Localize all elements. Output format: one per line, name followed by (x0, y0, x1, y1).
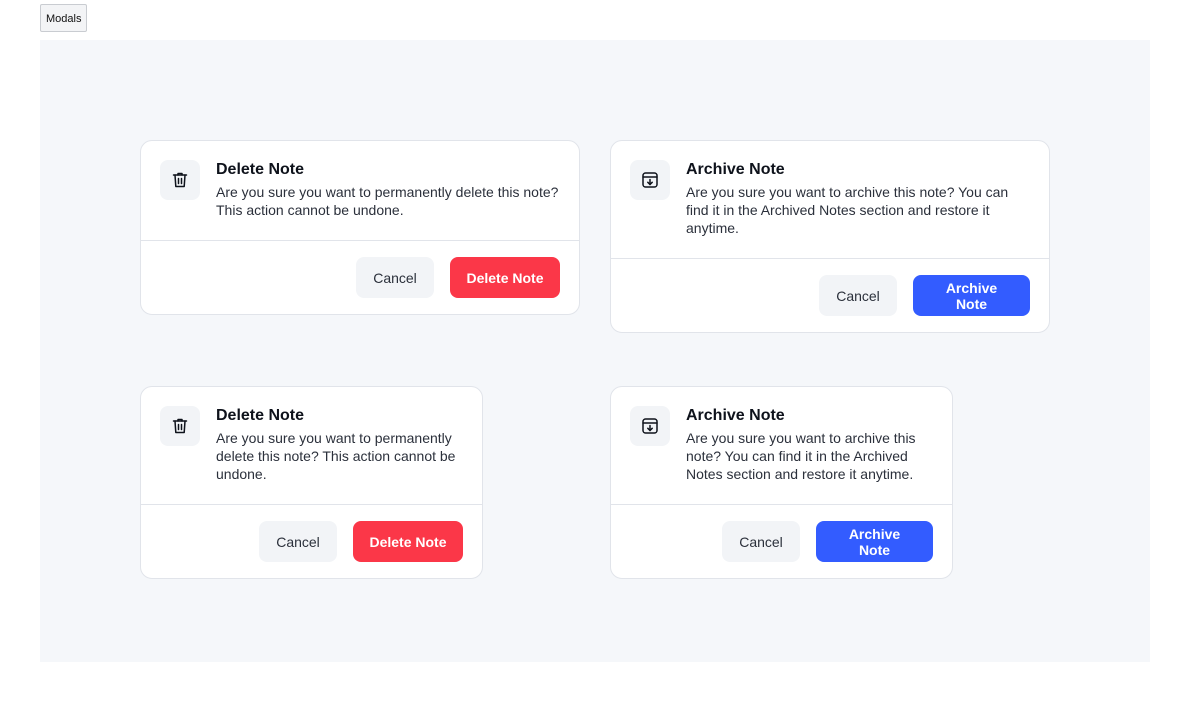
archive-icon (630, 406, 670, 446)
delete-note-button[interactable]: Delete Note (353, 521, 463, 562)
preview-canvas: Delete Note Are you sure you want to per… (40, 40, 1150, 662)
modal-title: Delete Note (216, 407, 305, 424)
archive-note-modal-compact: Archive Note Are you sure you want to ar… (610, 386, 953, 579)
cancel-button[interactable]: Cancel (259, 521, 337, 562)
modal-description: Are you sure you want to archive this no… (686, 184, 1009, 236)
cancel-button[interactable]: Cancel (819, 275, 897, 316)
modal-description: Are you sure you want to permanently del… (216, 430, 456, 482)
delete-note-button[interactable]: Delete Note (450, 257, 560, 298)
modals-tab-label: Modals (40, 4, 88, 32)
trash-icon (160, 406, 200, 446)
modal-title: Archive Note (686, 407, 785, 424)
trash-icon (160, 160, 200, 200)
modal-title: Archive Note (686, 161, 785, 178)
archive-note-button[interactable]: Archive Note (816, 521, 933, 562)
modal-description: Are you sure you want to permanently del… (216, 184, 559, 218)
cancel-button[interactable]: Cancel (356, 257, 434, 298)
modal-title: Delete Note (216, 161, 305, 178)
delete-note-modal: Delete Note Are you sure you want to per… (140, 140, 580, 315)
archive-note-modal: Archive Note Are you sure you want to ar… (610, 140, 1050, 333)
cancel-button[interactable]: Cancel (722, 521, 800, 562)
archive-icon (630, 160, 670, 200)
modal-description: Are you sure you want to archive this no… (686, 430, 916, 482)
archive-note-button[interactable]: Archive Note (913, 275, 1030, 316)
delete-note-modal-compact: Delete Note Are you sure you want to per… (140, 386, 483, 579)
